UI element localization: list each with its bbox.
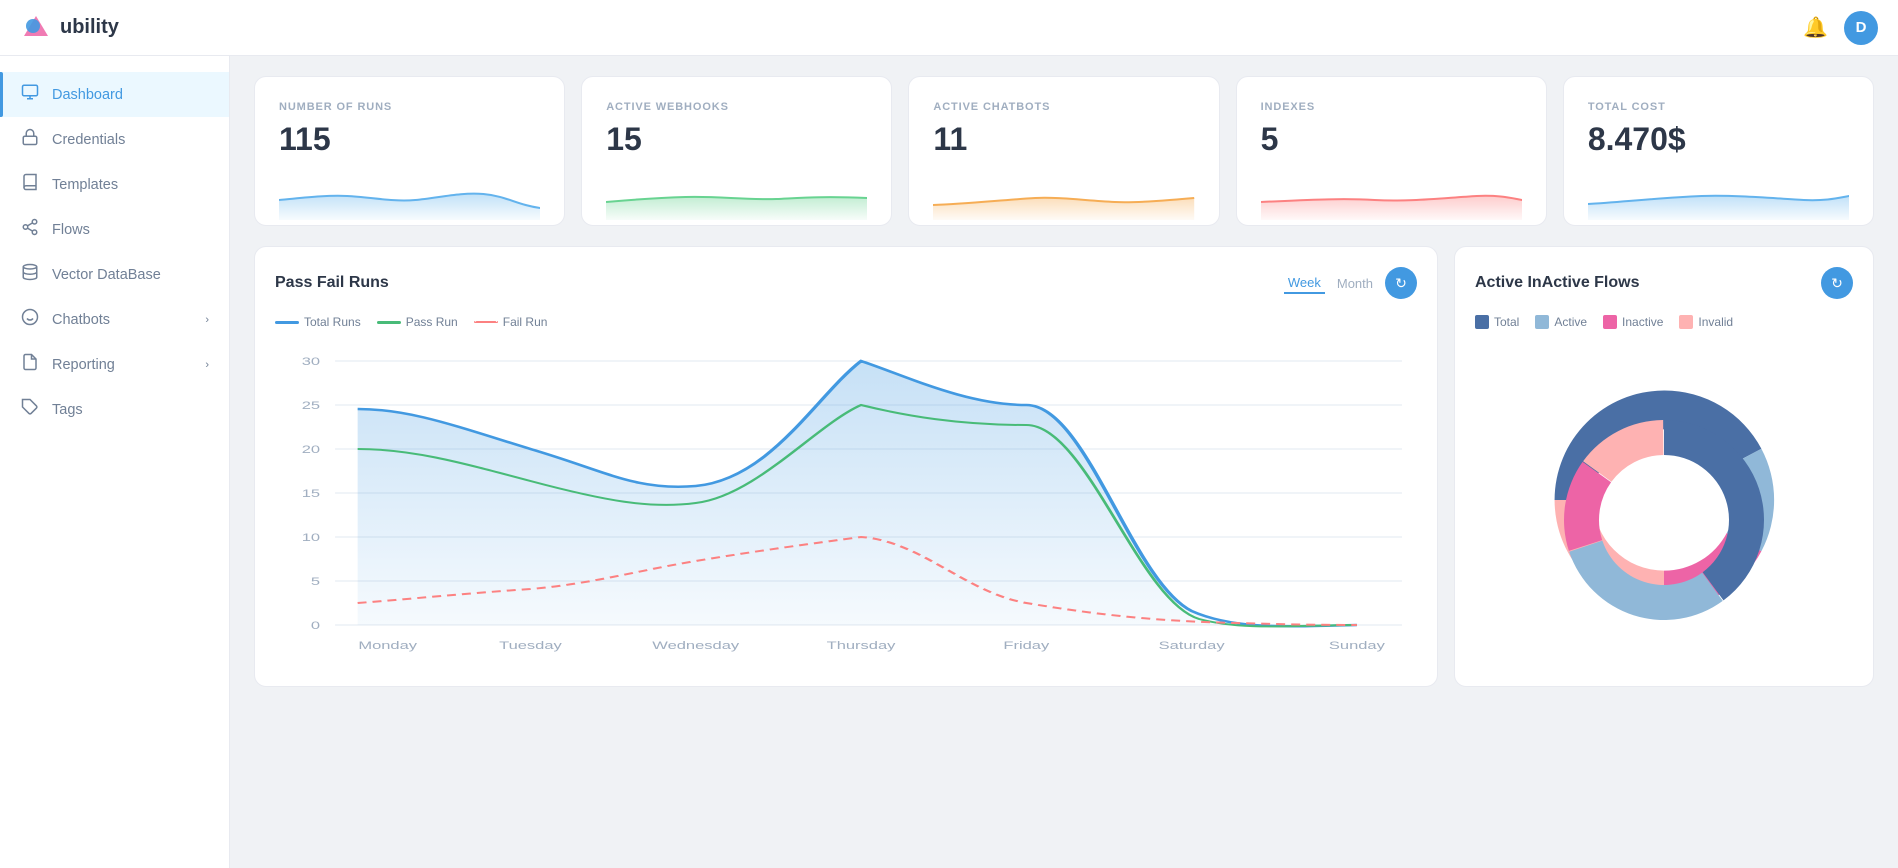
sidebar-item-label: Templates bbox=[52, 177, 118, 193]
stat-card-cost: TOTAL COST 8.470$ bbox=[1563, 76, 1874, 226]
stat-wave-cost bbox=[1588, 170, 1849, 220]
pass-fail-chart-card: Pass Fail Runs Week Month ↻ Total Runs P… bbox=[254, 246, 1438, 687]
stat-value-runs: 115 bbox=[279, 121, 540, 158]
chart-legend: Total Runs Pass Run Fail Run bbox=[275, 315, 1417, 329]
stat-value-webhooks: 15 bbox=[606, 121, 867, 158]
donut-title: Active InActive Flows bbox=[1475, 274, 1640, 292]
database-icon bbox=[20, 263, 40, 286]
stat-value-chatbots: 11 bbox=[933, 121, 1194, 158]
main-layout: Dashboard Credentials Templates Flows Ve… bbox=[0, 56, 1898, 868]
file-icon bbox=[20, 353, 40, 376]
svg-text:15: 15 bbox=[302, 487, 321, 500]
svg-text:Monday: Monday bbox=[358, 639, 417, 652]
stat-card-runs: NUMBER OF RUNS 115 bbox=[254, 76, 565, 226]
navbar-actions: 🔔 D bbox=[1803, 11, 1878, 45]
legend-total-runs: Total Runs bbox=[275, 315, 361, 329]
stats-row: NUMBER OF RUNS 115 ACTIVE WEBHOOKS 15 bbox=[254, 76, 1874, 226]
week-btn[interactable]: Week bbox=[1284, 273, 1325, 294]
charts-row: Pass Fail Runs Week Month ↻ Total Runs P… bbox=[254, 246, 1874, 687]
sidebar-item-reporting[interactable]: Reporting › bbox=[0, 342, 229, 387]
sidebar-item-label: Tags bbox=[52, 402, 83, 418]
notifications-icon[interactable]: 🔔 bbox=[1803, 15, 1828, 40]
stat-value-indexes: 5 bbox=[1261, 121, 1522, 158]
stat-wave-indexes bbox=[1261, 170, 1522, 220]
tag-icon bbox=[20, 398, 40, 421]
stat-card-chatbots: ACTIVE CHATBOTS 11 bbox=[908, 76, 1219, 226]
main-content: NUMBER OF RUNS 115 ACTIVE WEBHOOKS 15 bbox=[230, 56, 1898, 868]
navbar-brand: ubility bbox=[20, 12, 119, 44]
navbar: ubility 🔔 D bbox=[0, 0, 1898, 56]
stat-wave-runs bbox=[279, 170, 540, 220]
month-btn[interactable]: Month bbox=[1333, 274, 1377, 293]
legend-invalid: Invalid bbox=[1679, 315, 1733, 329]
chart-controls: Week Month ↻ bbox=[1284, 267, 1417, 299]
sidebar-item-label: Flows bbox=[52, 222, 90, 238]
sidebar: Dashboard Credentials Templates Flows Ve… bbox=[0, 56, 230, 868]
sidebar-item-label: Dashboard bbox=[52, 87, 123, 103]
donut-legend: Total Active Inactive Invalid bbox=[1475, 315, 1853, 329]
pass-fail-svg: 30 25 20 15 10 5 0 Monday Tuesday Wednes… bbox=[275, 341, 1417, 661]
share-icon bbox=[20, 218, 40, 241]
donut-refresh-btn[interactable]: ↻ bbox=[1821, 267, 1853, 299]
user-avatar[interactable]: D bbox=[1844, 11, 1878, 45]
total-runs-area bbox=[358, 361, 1357, 626]
stat-card-indexes: INDEXES 5 bbox=[1236, 76, 1547, 226]
stat-card-webhooks: ACTIVE WEBHOOKS 15 bbox=[581, 76, 892, 226]
smile-icon bbox=[20, 308, 40, 331]
chart-header: Pass Fail Runs Week Month ↻ bbox=[275, 267, 1417, 299]
app-name: ubility bbox=[60, 16, 119, 39]
stat-label-webhooks: ACTIVE WEBHOOKS bbox=[606, 101, 867, 113]
sidebar-item-vector-database[interactable]: Vector DataBase bbox=[0, 252, 229, 297]
book-icon bbox=[20, 173, 40, 196]
svg-text:Thursday: Thursday bbox=[827, 639, 896, 652]
sidebar-item-credentials[interactable]: Credentials bbox=[0, 117, 229, 162]
donut-chart-card: Active InActive Flows ↻ Total Active Ina… bbox=[1454, 246, 1874, 687]
stat-label-cost: TOTAL COST bbox=[1588, 101, 1849, 113]
sidebar-item-tags[interactable]: Tags bbox=[0, 387, 229, 432]
svg-text:Saturday: Saturday bbox=[1159, 639, 1225, 652]
chevron-icon: › bbox=[205, 314, 209, 326]
svg-text:Sunday: Sunday bbox=[1329, 639, 1385, 652]
sidebar-item-label: Chatbots bbox=[52, 312, 110, 328]
sidebar-item-dashboard[interactable]: Dashboard bbox=[0, 72, 229, 117]
stat-wave-webhooks bbox=[606, 170, 867, 220]
chevron-icon: › bbox=[205, 359, 209, 371]
svg-text:20: 20 bbox=[302, 443, 321, 456]
stat-label-runs: NUMBER OF RUNS bbox=[279, 101, 540, 113]
stat-wave-chatbots bbox=[933, 170, 1194, 220]
legend-inactive: Inactive bbox=[1603, 315, 1663, 329]
svg-text:Wednesday: Wednesday bbox=[652, 639, 739, 652]
svg-text:5: 5 bbox=[311, 575, 320, 588]
legend-active: Active bbox=[1535, 315, 1587, 329]
stat-label-indexes: INDEXES bbox=[1261, 101, 1522, 113]
sidebar-item-label: Credentials bbox=[52, 132, 125, 148]
legend-total: Total bbox=[1475, 315, 1519, 329]
refresh-chart-btn[interactable]: ↻ bbox=[1385, 267, 1417, 299]
stat-label-chatbots: ACTIVE CHATBOTS bbox=[933, 101, 1194, 113]
logo-icon bbox=[20, 12, 52, 44]
pass-fail-title: Pass Fail Runs bbox=[275, 274, 389, 292]
sidebar-item-label: Reporting bbox=[52, 357, 115, 373]
svg-text:10: 10 bbox=[302, 531, 321, 544]
svg-text:Tuesday: Tuesday bbox=[499, 639, 562, 652]
stat-value-cost: 8.470$ bbox=[1588, 121, 1849, 158]
donut-chart-header: Active InActive Flows ↻ bbox=[1475, 267, 1853, 299]
svg-text:Friday: Friday bbox=[1003, 639, 1049, 652]
sidebar-item-flows[interactable]: Flows bbox=[0, 207, 229, 252]
sidebar-item-chatbots[interactable]: Chatbots › bbox=[0, 297, 229, 342]
lock-icon bbox=[20, 128, 40, 151]
monitor-icon bbox=[20, 83, 40, 106]
svg-text:0: 0 bbox=[311, 619, 320, 632]
donut-proper bbox=[1534, 390, 1794, 650]
svg-text:30: 30 bbox=[302, 355, 321, 368]
legend-fail-run: Fail Run bbox=[474, 315, 548, 329]
svg-text:25: 25 bbox=[302, 399, 321, 412]
sidebar-item-label: Vector DataBase bbox=[52, 267, 161, 283]
sidebar-item-templates[interactable]: Templates bbox=[0, 162, 229, 207]
legend-pass-run: Pass Run bbox=[377, 315, 458, 329]
